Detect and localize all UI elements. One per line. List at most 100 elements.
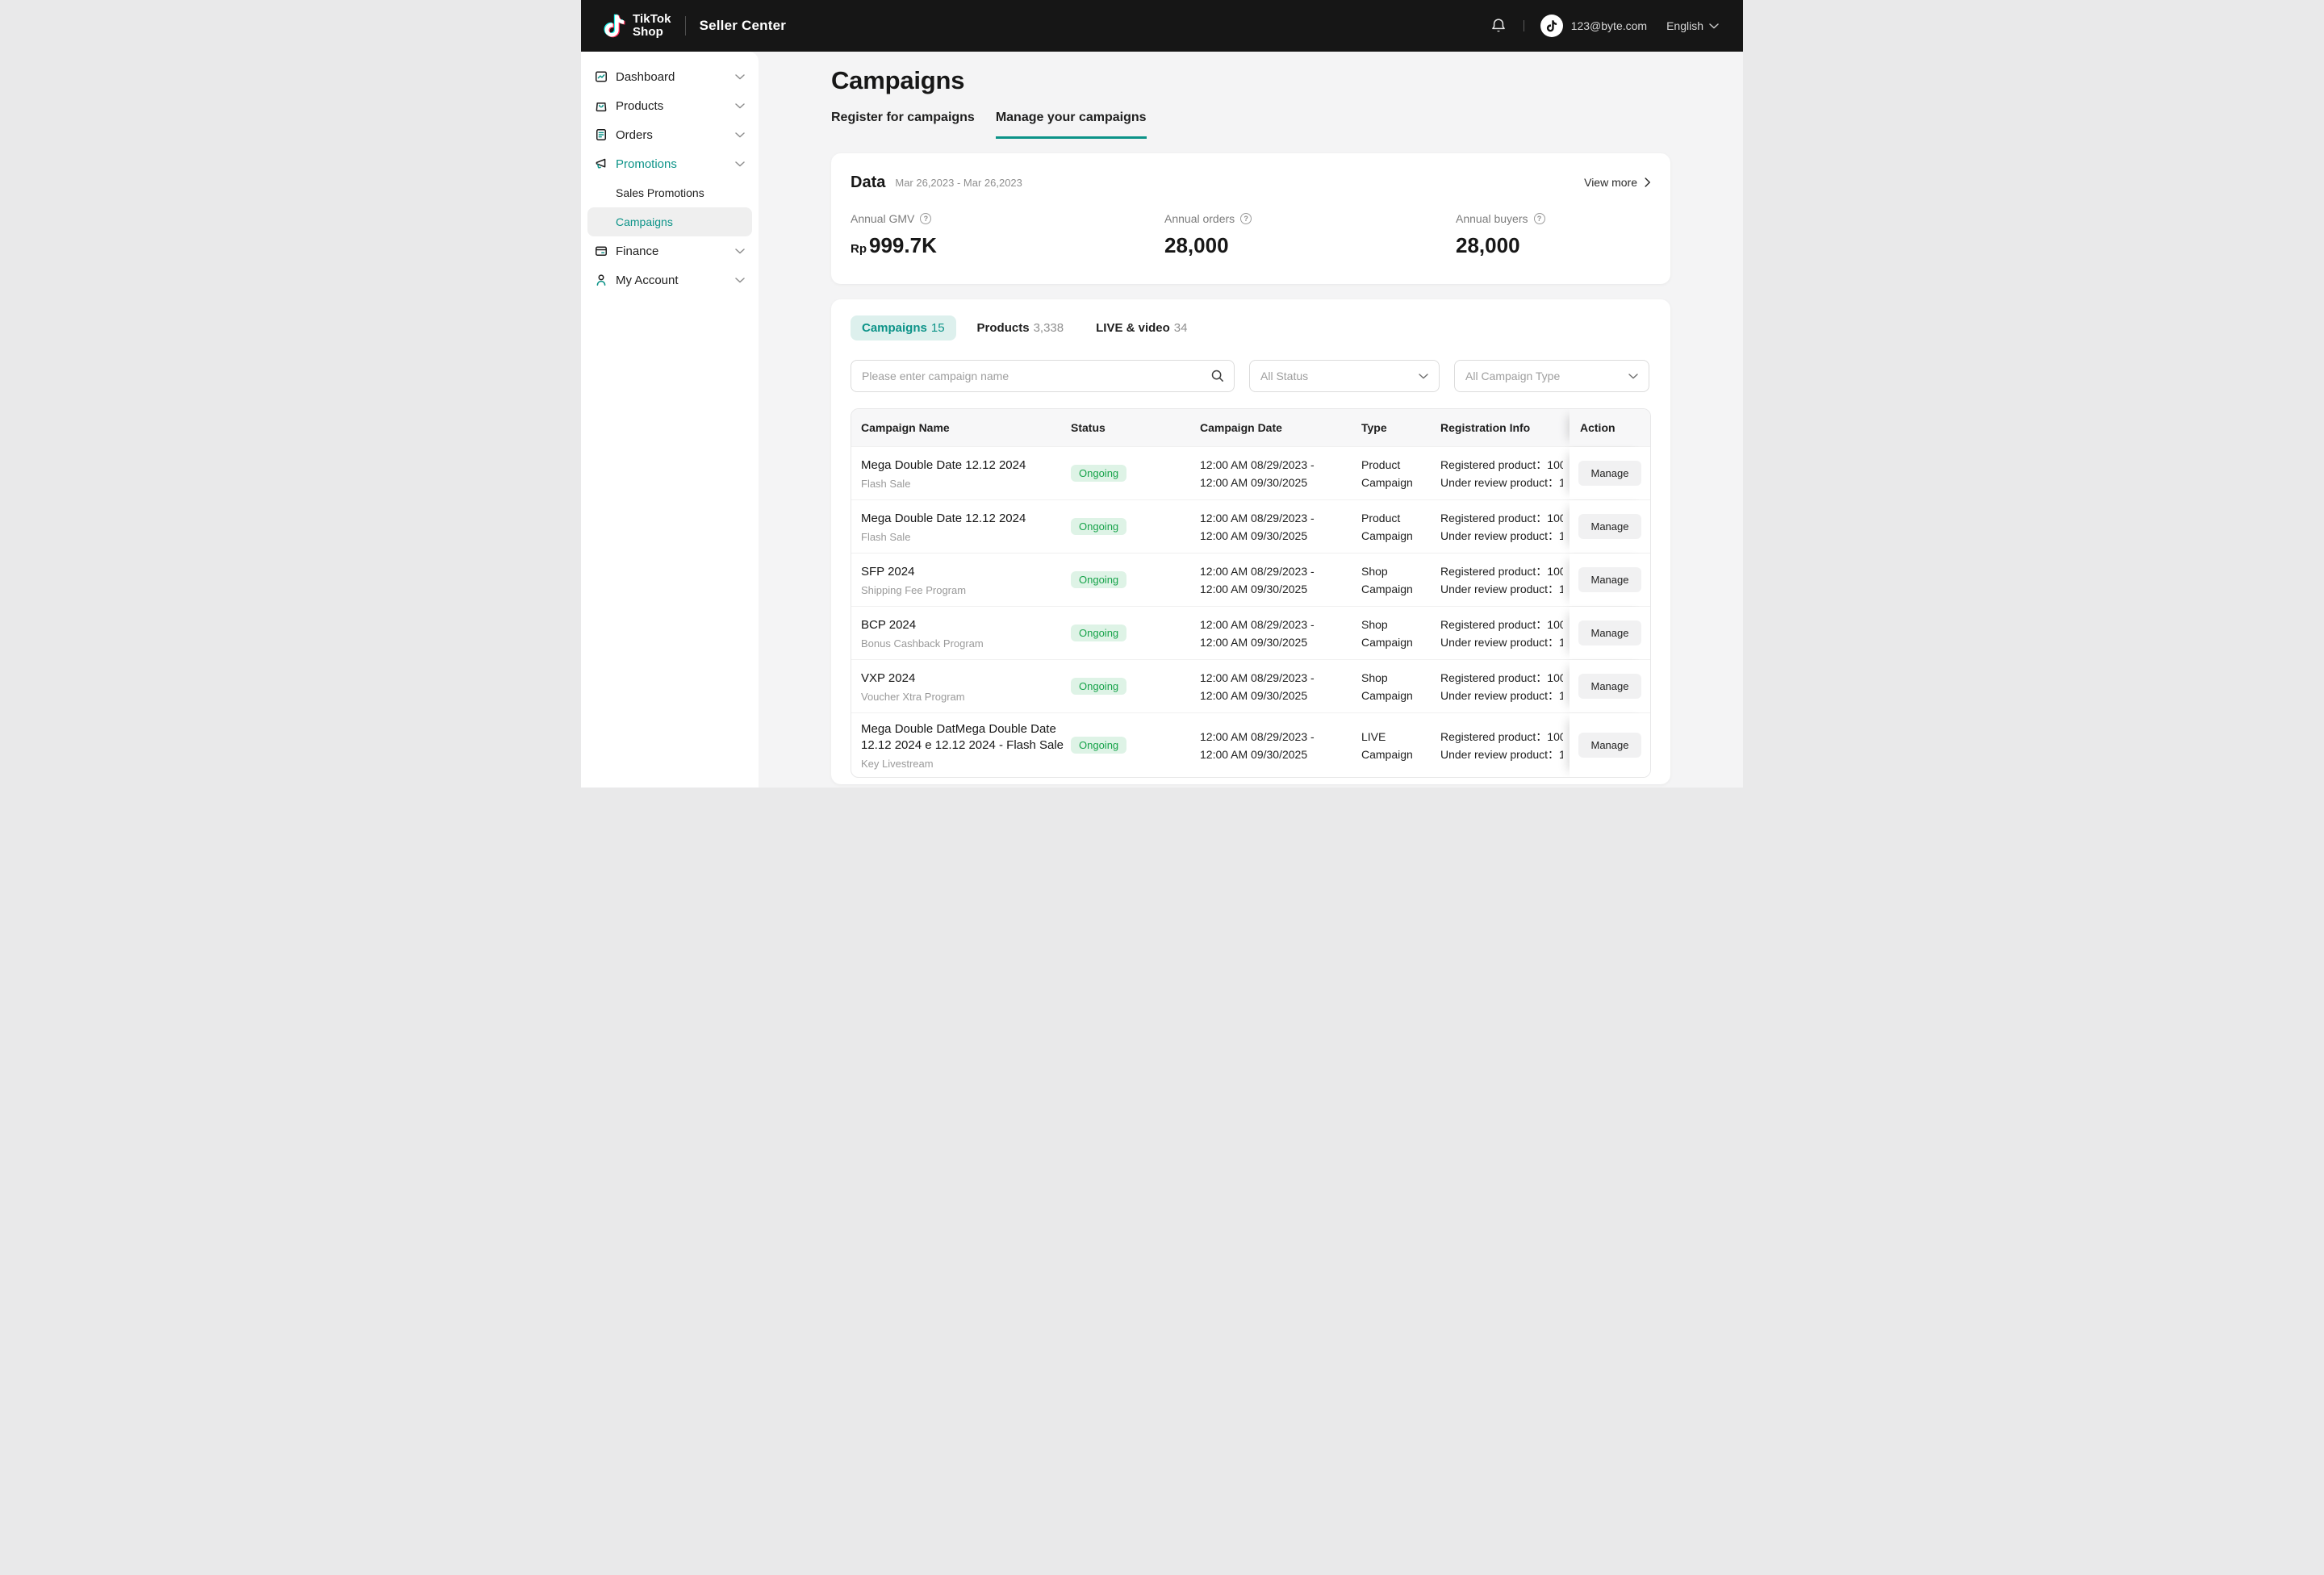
pill-campaigns[interactable]: Campaigns15 — [851, 315, 956, 340]
table-row: Mega Double Date 12.12 2024 Flash Sale O… — [851, 499, 1650, 553]
sidebar-item-dashboard[interactable]: Dashboard — [581, 62, 759, 91]
campaign-date: 12:00 AM 08/29/2023 - — [1200, 616, 1355, 633]
page-title: Campaigns — [831, 65, 1670, 97]
metric-value: Rp 999.7K — [851, 233, 1164, 261]
campaign-type: Product Campaign — [1361, 509, 1440, 545]
status-badge: Ongoing — [1071, 625, 1126, 641]
metric-value: 28,000 — [1456, 233, 1545, 257]
chevron-down-icon — [735, 103, 745, 109]
campaign-type-filter-select[interactable]: All Campaign Type — [1454, 360, 1649, 392]
action-cell: Manage — [1570, 554, 1650, 606]
sidebar-item-promotions[interactable]: Promotions — [581, 149, 759, 178]
campaign-date: 12:00 AM 08/29/2023 - — [1200, 728, 1355, 746]
campaign-type: Shop Campaign — [1361, 616, 1440, 651]
action-cell: Manage — [1570, 500, 1650, 553]
action-cell: Manage — [1570, 607, 1650, 659]
seller-center-app: TikTok Shop Seller Center 123@byte.com E… — [581, 0, 1743, 788]
table-row: Mega Double Date 12.12 2024 Flash Sale O… — [851, 446, 1650, 499]
sidebar-item-products[interactable]: Products — [581, 91, 759, 120]
view-more-link[interactable]: View more — [1584, 176, 1651, 189]
brand-wordmark: TikTok Shop — [633, 13, 671, 39]
data-summary-card: Data Mar 26,2023 - Mar 26,2023 View more… — [831, 153, 1670, 284]
campaign-subtitle: Key Livestream — [861, 758, 1064, 770]
promotions-icon — [594, 157, 608, 171]
campaign-type: Shop Campaign — [1361, 669, 1440, 704]
tab-manage-your-campaigns[interactable]: Manage your campaigns — [996, 108, 1147, 139]
chevron-down-icon — [735, 132, 745, 138]
chevron-down-icon — [735, 161, 745, 167]
manage-button[interactable]: Manage — [1578, 514, 1642, 539]
language-selector[interactable]: English — [1666, 19, 1719, 32]
manage-button[interactable]: Manage — [1578, 733, 1642, 758]
avatar[interactable] — [1540, 15, 1563, 37]
campaign-date: 12:00 AM 08/29/2023 - — [1200, 669, 1355, 687]
tiktok-note-icon — [604, 14, 625, 38]
account-email[interactable]: 123@byte.com — [1571, 19, 1647, 32]
campaign-name: SFP 2024 — [861, 564, 1064, 580]
registration-info: Registered product：100 — [1440, 509, 1563, 527]
campaign-date: 12:00 AM 08/29/2023 - — [1200, 562, 1355, 580]
pill-products[interactable]: Products3,338 — [966, 315, 1076, 340]
chevron-down-icon — [735, 74, 745, 80]
sidebar: Dashboard Products Order — [581, 52, 759, 788]
campaign-subtitle: Shipping Fee Program — [861, 584, 1064, 596]
campaign-subtitle: Bonus Cashback Program — [861, 637, 1064, 650]
action-cell: Manage — [1570, 660, 1650, 712]
manage-button[interactable]: Manage — [1578, 674, 1642, 699]
filters-row: All Status All Campaign Type — [851, 360, 1651, 392]
sidebar-item-my-account[interactable]: My Account — [581, 265, 759, 295]
campaign-type: Shop Campaign — [1361, 562, 1440, 598]
registration-info: Registered product：100 — [1440, 616, 1563, 633]
pill-live-video[interactable]: LIVE & video34 — [1085, 315, 1198, 340]
metric-annual-buyers: Annual buyers ? 28,000 — [1456, 211, 1545, 261]
sidebar-item-campaigns[interactable]: Campaigns — [587, 207, 752, 236]
registration-info: Registered product：100 — [1440, 728, 1563, 746]
tiktok-shop-logo[interactable]: TikTok Shop — [604, 13, 671, 39]
finance-icon — [594, 244, 608, 258]
campaign-type: Product Campaign — [1361, 456, 1440, 491]
help-icon[interactable]: ? — [1534, 213, 1545, 224]
table-header-row: Campaign Name Status Campaign Date Type … — [851, 409, 1650, 446]
data-card-title: Data — [851, 173, 885, 192]
status-badge: Ongoing — [1071, 737, 1126, 754]
metric-annual-orders: Annual orders ? 28,000 — [1164, 211, 1456, 261]
search-input[interactable] — [851, 361, 1234, 391]
campaign-name: Mega Double Date 12.12 2024 — [861, 511, 1064, 527]
sidebar-item-orders[interactable]: Orders — [581, 120, 759, 149]
top-bar: TikTok Shop Seller Center 123@byte.com E… — [581, 0, 1743, 52]
table-row: BCP 2024 Bonus Cashback Program Ongoing … — [851, 606, 1650, 659]
chevron-down-icon — [735, 249, 745, 254]
action-cell: Manage — [1570, 713, 1650, 777]
entity-tabs: Campaigns15 Products3,338 LIVE & video34 — [851, 315, 1651, 340]
campaigns-table: Campaign Name Status Campaign Date Type … — [851, 408, 1651, 778]
data-date-range: Mar 26,2023 - Mar 26,2023 — [895, 177, 1022, 189]
action-cell: Manage — [1570, 447, 1650, 499]
table-row: SFP 2024 Shipping Fee Program Ongoing 12… — [851, 553, 1650, 606]
status-badge: Ongoing — [1071, 518, 1126, 535]
chevron-down-icon — [735, 278, 745, 283]
manage-button[interactable]: Manage — [1578, 461, 1642, 486]
sidebar-item-sales-promotions[interactable]: Sales Promotions — [581, 178, 759, 207]
notification-bell-icon[interactable] — [1490, 17, 1507, 35]
chevron-down-icon — [1709, 23, 1719, 29]
sidebar-item-finance[interactable]: Finance — [581, 236, 759, 265]
status-filter-select[interactable]: All Status — [1249, 360, 1440, 392]
campaign-name: VXP 2024 — [861, 671, 1064, 687]
status-badge: Ongoing — [1071, 678, 1126, 695]
registration-info: Registered product：100 — [1440, 669, 1563, 687]
help-icon[interactable]: ? — [1240, 213, 1252, 224]
manage-button[interactable]: Manage — [1578, 567, 1642, 592]
registration-info: Registered product：100 — [1440, 562, 1563, 580]
campaign-name: Mega Double Date 12.12 2024 — [861, 457, 1064, 474]
manage-button[interactable]: Manage — [1578, 620, 1642, 645]
orders-icon — [594, 127, 608, 142]
help-icon[interactable]: ? — [920, 213, 931, 224]
chevron-right-icon — [1645, 178, 1651, 187]
status-badge: Ongoing — [1071, 465, 1126, 482]
campaigns-table-card: Campaigns15 Products3,338 LIVE & video34 — [831, 299, 1670, 784]
metric-annual-gmv: Annual GMV ? Rp 999.7K — [851, 211, 1164, 261]
campaign-type: LIVE Campaign — [1361, 728, 1440, 763]
tab-register-for-campaigns[interactable]: Register for campaigns — [831, 108, 975, 139]
campaign-date: 12:00 AM 08/29/2023 - — [1200, 509, 1355, 527]
dashboard-icon — [594, 69, 608, 84]
